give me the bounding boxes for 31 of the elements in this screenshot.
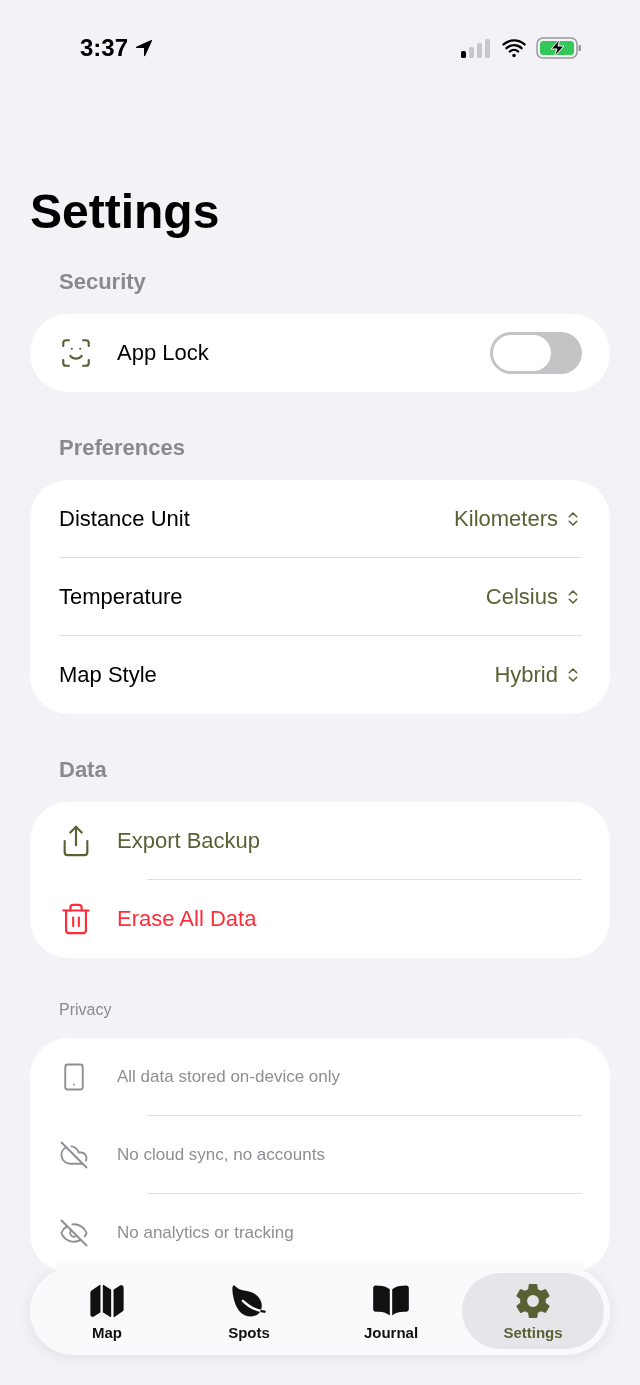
info-text: No analytics or tracking (117, 1223, 294, 1243)
section-header: Privacy (58, 1000, 113, 1020)
info-text: No cloud sync, no accounts (117, 1145, 325, 1165)
trash-icon (59, 902, 93, 936)
battery-icon (536, 36, 582, 59)
toggle-switch[interactable] (490, 332, 582, 374)
section-header: Data (58, 756, 108, 784)
picker-button[interactable]: Celsius (485, 584, 582, 610)
action-button[interactable]: Erase All Data (117, 906, 257, 932)
tab[interactable]: Map (36, 1273, 178, 1349)
section-header: Preferences (58, 434, 186, 462)
location-arrow-icon (134, 37, 155, 58)
picker-button[interactable]: Kilometers (454, 506, 582, 532)
info-text: All data stored on-device only (117, 1067, 341, 1087)
face-scan-icon (59, 336, 93, 370)
tab[interactable]: Spots (178, 1273, 320, 1349)
section-header: Security (58, 268, 147, 296)
action-button[interactable]: Export Backup (117, 828, 261, 854)
row-label: Temperature (59, 584, 183, 610)
row-label: Map Style (59, 662, 157, 688)
row-label: Distance Unit (59, 506, 190, 532)
signal-icon (460, 37, 492, 58)
row-label: App Lock (117, 340, 209, 366)
cloud-off-icon (59, 1140, 89, 1170)
tab[interactable]: Settings (462, 1273, 604, 1349)
settings-icon (514, 1281, 552, 1320)
page-title: Settings (30, 184, 221, 240)
status-time: 3:37 (80, 33, 129, 62)
eye-off-icon (59, 1218, 89, 1248)
tab[interactable]: Journal (320, 1273, 462, 1349)
picker-button[interactable]: Hybrid (494, 662, 582, 688)
